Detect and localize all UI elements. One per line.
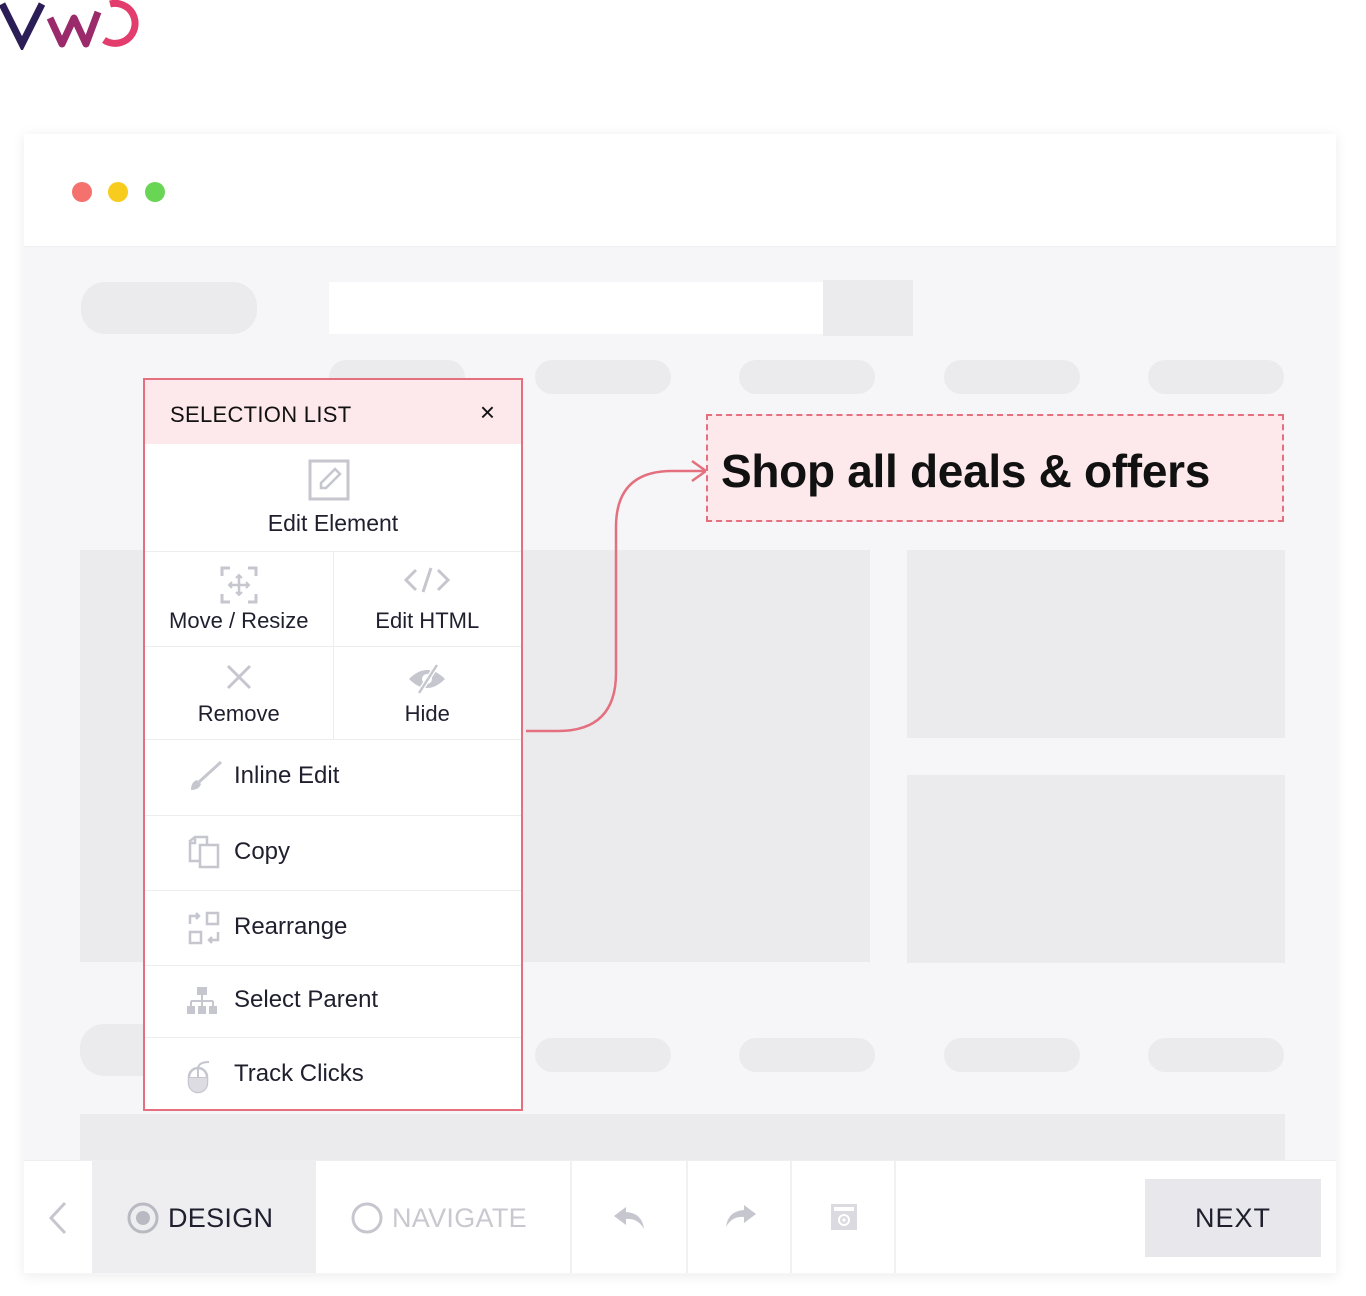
chevron-left-icon bbox=[48, 1201, 67, 1235]
edit-html-label: Edit HTML bbox=[375, 608, 480, 633]
close-window-dot[interactable] bbox=[72, 182, 92, 202]
track-clicks-label: Track Clicks bbox=[234, 1060, 364, 1087]
undo-icon bbox=[614, 1207, 644, 1229]
design-mode-button[interactable]: DESIGN bbox=[92, 1161, 316, 1273]
radio-unselected-icon bbox=[351, 1202, 383, 1234]
preview-button[interactable] bbox=[792, 1161, 894, 1273]
hierarchy-icon bbox=[187, 987, 217, 1014]
remove-button[interactable]: Remove bbox=[145, 647, 333, 739]
connector-arrow-icon bbox=[526, 459, 709, 733]
brush-icon bbox=[191, 760, 223, 790]
back-button[interactable] bbox=[24, 1161, 92, 1273]
design-mode-label: DESIGN bbox=[168, 1203, 274, 1233]
selection-list-panel: SELECTION LIST × Edit Element Move / Res… bbox=[143, 378, 523, 1111]
navigate-mode-button[interactable]: NAVIGATE bbox=[316, 1161, 570, 1273]
copy-icon bbox=[188, 835, 220, 869]
eye-off-icon bbox=[409, 663, 446, 695]
navigate-mode-label: NAVIGATE bbox=[392, 1203, 527, 1233]
callout-text: Shop all deals & offers bbox=[721, 445, 1210, 497]
selection-list-header: SELECTION LIST × bbox=[145, 380, 521, 444]
editor-toolbar: DESIGN NAVIGATE NEXT bbox=[24, 1160, 1336, 1273]
select-parent-label: Select Parent bbox=[234, 986, 379, 1013]
rearrange-label: Rearrange bbox=[234, 913, 348, 940]
remove-label: Remove bbox=[197, 701, 280, 726]
move-resize-label: Move / Resize bbox=[169, 608, 309, 633]
side-card-placeholder bbox=[907, 550, 1285, 738]
row-placeholder bbox=[535, 1038, 671, 1072]
inline-edit-label: Inline Edit bbox=[234, 762, 340, 789]
minimize-window-dot[interactable] bbox=[108, 182, 128, 202]
edit-html-button[interactable]: Edit HTML bbox=[332, 552, 522, 646]
select-parent-item[interactable]: Select Parent bbox=[145, 966, 521, 1038]
search-button-placeholder bbox=[823, 280, 913, 336]
undo-button[interactable] bbox=[572, 1161, 686, 1273]
move-resize-button[interactable]: Move / Resize bbox=[145, 552, 333, 646]
rearrange-item[interactable]: Rearrange bbox=[145, 891, 521, 966]
row-placeholder bbox=[944, 1038, 1080, 1072]
redo-button[interactable] bbox=[688, 1161, 790, 1273]
nav-placeholder bbox=[1148, 360, 1284, 394]
track-clicks-item[interactable]: Track Clicks bbox=[145, 1038, 521, 1114]
edit-element-label: Edit Element bbox=[267, 510, 399, 536]
nav-placeholder bbox=[944, 360, 1080, 394]
rearrange-icon bbox=[188, 911, 220, 945]
preview-icon bbox=[831, 1204, 857, 1230]
close-x-icon bbox=[226, 664, 251, 690]
edit-icon bbox=[308, 459, 350, 501]
redo-icon bbox=[726, 1205, 756, 1227]
move-resize-icon bbox=[220, 566, 258, 604]
maximize-window-dot[interactable] bbox=[145, 182, 165, 202]
nav-placeholder bbox=[739, 360, 875, 394]
selection-list-title: SELECTION LIST bbox=[170, 402, 352, 427]
code-icon bbox=[404, 567, 451, 593]
row-placeholder bbox=[739, 1038, 875, 1072]
mouse-icon bbox=[187, 1061, 210, 1094]
next-button[interactable]: NEXT bbox=[1145, 1179, 1321, 1257]
vwo-logo-icon bbox=[0, 0, 139, 50]
hide-button[interactable]: Hide bbox=[332, 647, 522, 739]
copy-item[interactable]: Copy bbox=[145, 816, 521, 891]
close-icon[interactable]: × bbox=[480, 399, 495, 425]
side-card-placeholder bbox=[907, 775, 1285, 963]
edit-element-button[interactable]: Edit Element bbox=[145, 444, 521, 552]
nav-placeholder bbox=[535, 360, 671, 394]
selected-element-callout[interactable]: Shop all deals & offers bbox=[706, 414, 1284, 522]
copy-label: Copy bbox=[234, 838, 291, 865]
search-bar-placeholder bbox=[329, 282, 823, 334]
radio-selected-icon bbox=[127, 1202, 159, 1234]
row-placeholder bbox=[1148, 1038, 1284, 1072]
inline-edit-item[interactable]: Inline Edit bbox=[145, 740, 521, 816]
browser-titlebar bbox=[24, 134, 1336, 247]
hide-label: Hide bbox=[404, 701, 450, 726]
logo-placeholder bbox=[81, 282, 257, 334]
